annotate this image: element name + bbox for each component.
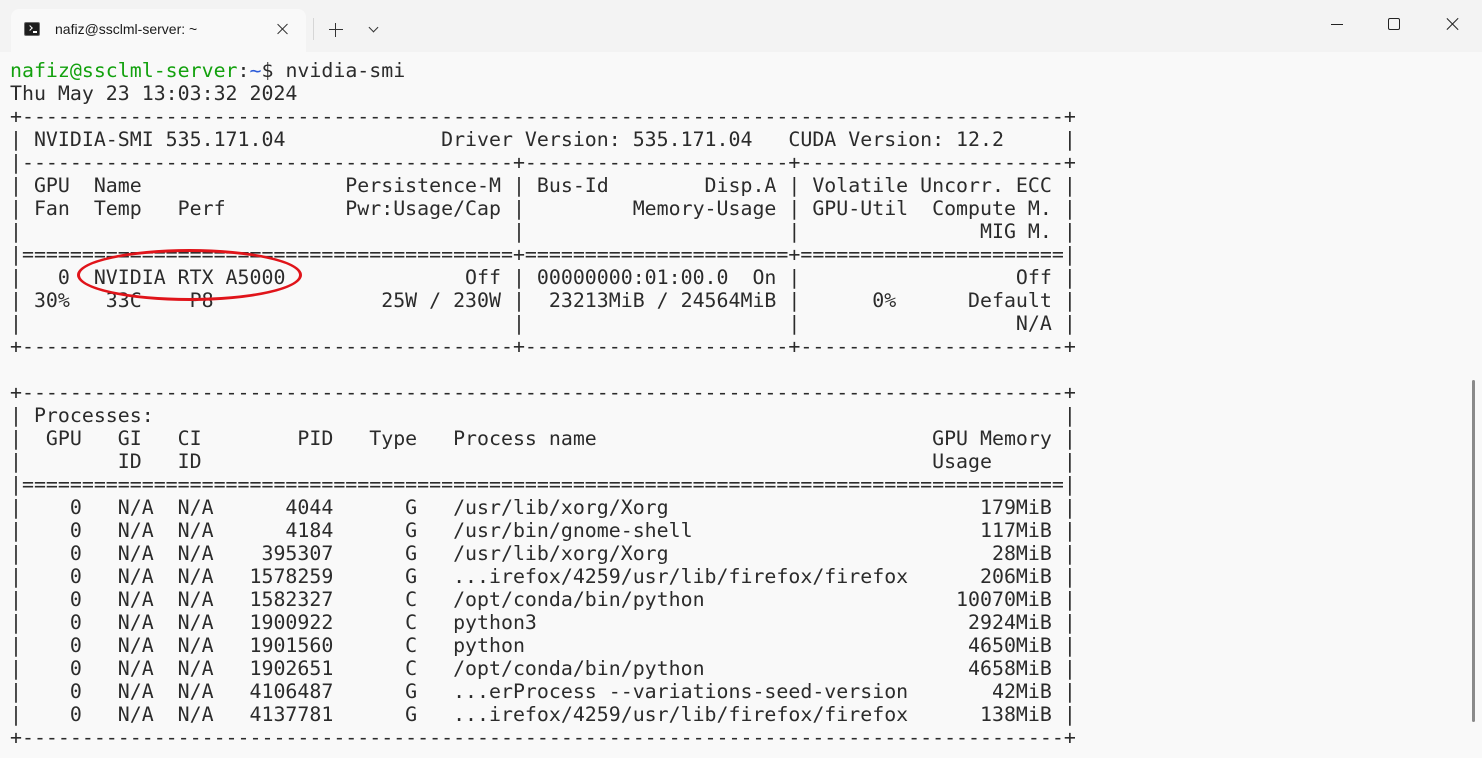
close-tab-icon[interactable]	[275, 21, 291, 37]
chevron-down-icon[interactable]	[366, 21, 382, 37]
output-line: | 0 N/A N/A 4044 G /usr/lib/xorg/Xorg 17…	[10, 496, 1076, 519]
title-bar: nafiz@ssclml-server: ~	[0, 0, 1482, 52]
output-line: | Processes: |	[10, 404, 1076, 427]
output-line: | NVIDIA-SMI 535.171.04 Driver Version: …	[10, 128, 1076, 151]
output-line: | ID ID Usage |	[10, 450, 1076, 473]
output-line: | 0 N/A N/A 1901560 C python 4650MiB |	[10, 634, 1076, 657]
output-line: | 0 N/A N/A 4137781 G ...irefox/4259/usr…	[10, 703, 1076, 726]
output-line: +---------------------------------------…	[10, 726, 1076, 749]
prompt-command: nvidia-smi	[273, 59, 406, 82]
output-line: | 0 N/A N/A 1582327 C /opt/conda/bin/pyt…	[10, 588, 1076, 611]
command-output: Thu May 23 13:03:32 2024 +---------------…	[10, 82, 1468, 749]
output-line: | 0 N/A N/A 4106487 G ...erProcess --var…	[10, 680, 1076, 703]
prompt-symbol: $	[261, 59, 274, 82]
close-window-icon[interactable]	[1441, 12, 1465, 36]
output-line: Thu May 23 13:03:32 2024	[10, 82, 298, 105]
output-line: | 0 N/A N/A 1578259 G ...irefox/4259/usr…	[10, 565, 1076, 588]
output-line: | 0 N/A N/A 1900922 C python3 2924MiB |	[10, 611, 1076, 634]
prompt-line: nafiz@ssclml-server:~$ nvidia-smi	[10, 59, 1468, 82]
prompt-user-host: nafiz@ssclml-server	[10, 59, 238, 82]
output-line: | | | N/A |	[10, 312, 1076, 335]
output-line: +---------------------------------------…	[10, 335, 1076, 358]
highlight-annotation	[77, 249, 302, 301]
output-line: | Fan Temp Perf Pwr:Usage/Cap | Memory-U…	[10, 197, 1076, 220]
output-line: | GPU Name Persistence-M | Bus-Id Disp.A…	[10, 174, 1076, 197]
output-line: | 0 N/A N/A 4184 G /usr/bin/gnome-shell …	[10, 519, 1076, 542]
scrollbar-thumb[interactable]	[1472, 380, 1475, 722]
terminal-tab[interactable]: nafiz@ssclml-server: ~	[11, 9, 306, 52]
output-line: | 0 N/A N/A 1902651 C /opt/conda/bin/pyt…	[10, 657, 1076, 680]
prompt-separator: :	[237, 59, 250, 82]
tab-title: nafiz@ssclml-server: ~	[55, 21, 198, 37]
output-line: +---------------------------------------…	[10, 381, 1076, 404]
output-line: |---------------------------------------…	[10, 151, 1076, 174]
terminal-output[interactable]: nafiz@ssclml-server:~$ nvidia-smi Thu Ma…	[10, 59, 1468, 758]
terminal-icon	[24, 22, 40, 36]
prompt-path: ~	[249, 59, 262, 82]
output-line: +---------------------------------------…	[10, 105, 1076, 128]
output-line: |=======================================…	[10, 473, 1076, 496]
tab-separator	[313, 18, 314, 40]
output-line: | 0 N/A N/A 395307 G /usr/lib/xorg/Xorg …	[10, 542, 1076, 565]
new-tab-icon[interactable]	[327, 21, 345, 39]
maximize-icon[interactable]	[1383, 12, 1407, 36]
output-line: | | | MIG M. |	[10, 220, 1076, 243]
output-line: | GPU GI CI PID Type Process name GPU Me…	[10, 427, 1076, 450]
minimize-icon[interactable]	[1326, 12, 1350, 36]
